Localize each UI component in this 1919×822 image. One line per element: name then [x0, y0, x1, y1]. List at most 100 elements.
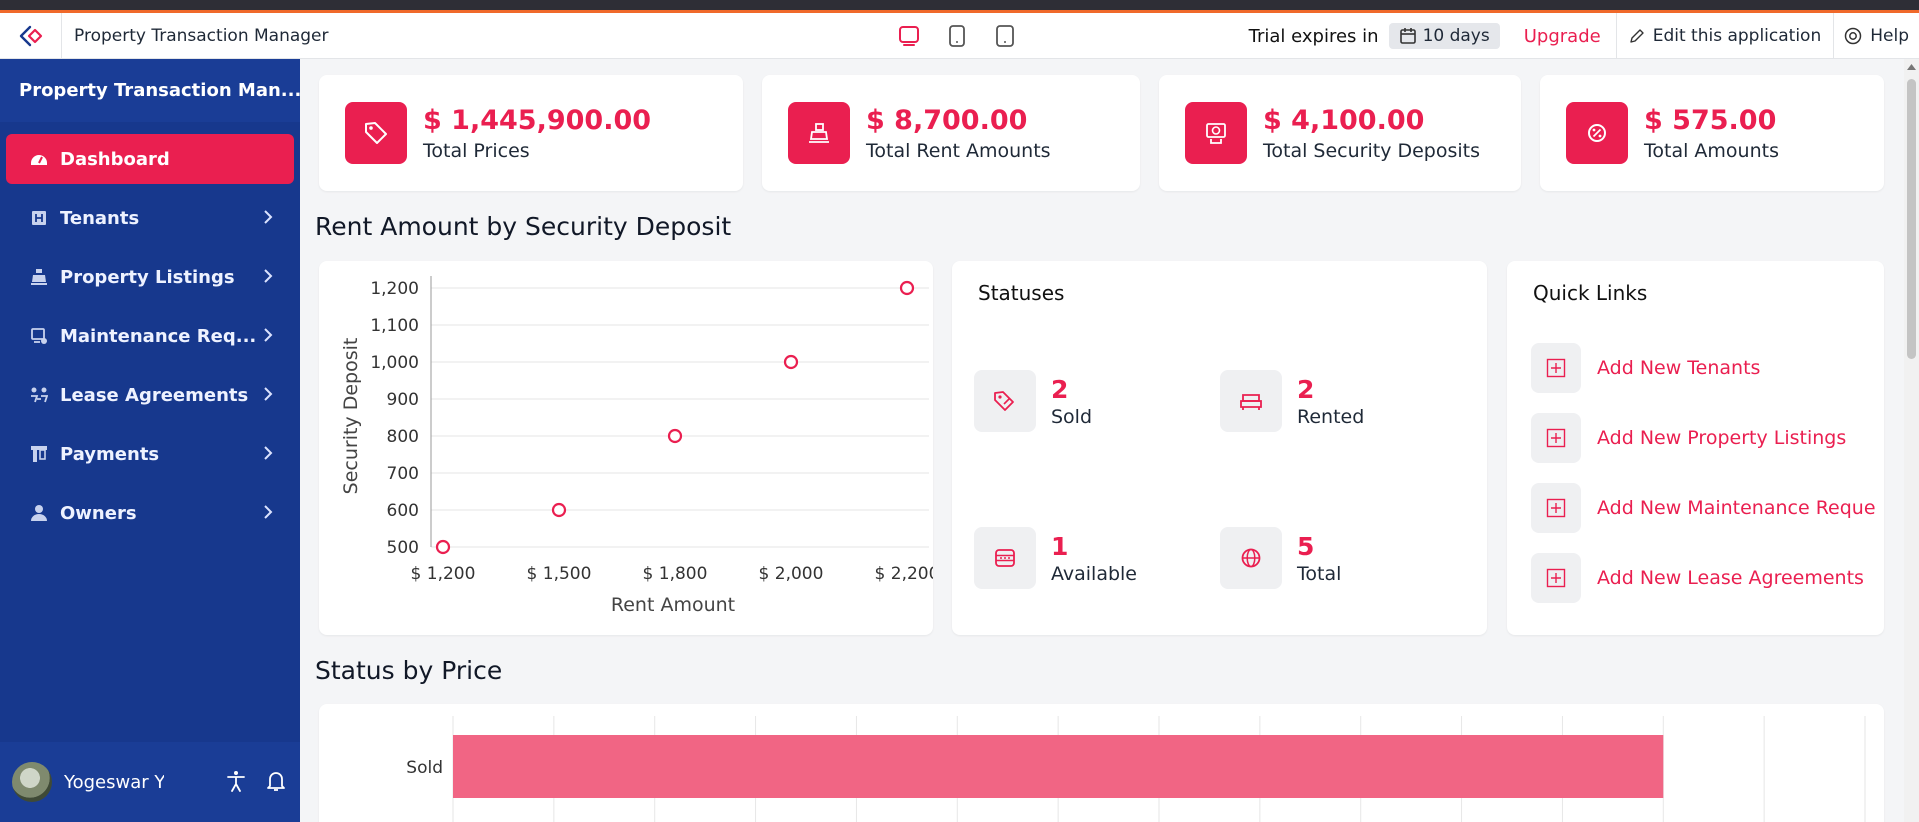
trial-days-badge: 10 days	[1388, 23, 1500, 49]
quick-link-label: Add New Property Listings	[1597, 427, 1847, 449]
edit-application-button[interactable]: Edit this application	[1617, 13, 1835, 59]
scatter-point[interactable]	[667, 428, 683, 444]
status-price-title: Status by Price	[315, 656, 503, 685]
sidebar-app-name: Property Transaction Man...	[0, 59, 300, 122]
sidebar-item-owners[interactable]: Owners	[6, 488, 294, 538]
mobile-view-icon[interactable]	[991, 21, 1019, 51]
status-label: Sold	[1051, 405, 1093, 428]
sidebar-item-label: Maintenance Req...	[60, 325, 257, 347]
sidebar-item-payments[interactable]: Payments	[6, 429, 294, 479]
status-value: 1	[1051, 531, 1069, 561]
help-button[interactable]: Help	[1834, 26, 1919, 46]
scatter-point[interactable]	[435, 539, 451, 555]
available-icon	[974, 527, 1036, 589]
stat-card-total-prices: $ 1,445,900.00 Total Prices	[319, 75, 743, 191]
statuses-card: Statuses 2 Sold 2 Rented 1 Available 5 Total	[952, 261, 1487, 635]
tablet-view-icon[interactable]	[943, 21, 971, 51]
status-rented: 2 Rented	[1220, 370, 1364, 432]
payments-icon	[28, 443, 50, 465]
browser-top-strip	[0, 0, 1919, 13]
y-tick-label: 900	[387, 390, 419, 410]
user-name[interactable]: Yogeswar Yo...	[64, 772, 164, 793]
chevron-right-icon	[264, 505, 273, 519]
sidebar-item-maintenance-requests[interactable]: Maintenance Req...	[6, 311, 294, 361]
bar-chart: Sold	[406, 716, 1866, 822]
sidebar-item-property-listings[interactable]: Property Listings	[6, 252, 294, 302]
cashier-icon	[788, 102, 850, 164]
quick-link-add-maintenance-requests[interactable]: Add New Maintenance Reque	[1531, 483, 1876, 533]
bar[interactable]	[453, 735, 1664, 798]
bell-icon[interactable]	[266, 770, 286, 792]
stat-value: $ 4,100.00	[1263, 104, 1425, 136]
dashboard-icon	[28, 148, 50, 170]
stat-value: $ 1,445,900.00	[423, 104, 652, 136]
property-listings-icon	[28, 266, 50, 288]
stat-card-total-security-deposits: $ 4,100.00 Total Security Deposits	[1159, 75, 1521, 191]
stat-value: $ 575.00	[1644, 104, 1777, 136]
sidebar-nav: Dashboard Tenants Property Listings Main…	[0, 122, 300, 538]
page-scrollbar[interactable]	[1904, 59, 1919, 822]
quick-link-add-property-listings[interactable]: Add New Property Listings	[1531, 413, 1846, 463]
rent-chart-title: Rent Amount by Security Deposit	[315, 212, 732, 241]
add-square-icon	[1531, 483, 1581, 533]
chevron-right-icon	[264, 269, 273, 283]
scatter-point[interactable]	[551, 502, 567, 518]
chevron-right-icon	[264, 210, 273, 224]
quick-link-label: Add New Tenants	[1597, 357, 1761, 379]
app-logo-icon[interactable]	[0, 12, 62, 59]
lease-icon	[28, 384, 50, 406]
desktop-view-icon[interactable]	[895, 21, 923, 51]
sidebar-item-label: Property Listings	[60, 266, 235, 288]
globe-icon	[1220, 527, 1282, 589]
scatter-chart-card: 1,200 1,100 1,000 900 800 700 600 500 $ 1,200 $ 1…	[319, 261, 939, 635]
sidebar-item-label: Dashboard	[60, 148, 170, 170]
chevron-right-icon	[264, 328, 273, 342]
y-tick-label: 1,200	[370, 279, 419, 299]
scatter-chart: 1,200 1,100 1,000 900 800 700 600 500 $ 1,200 $ 1…	[340, 276, 939, 616]
y-tick-label: 1,000	[370, 353, 419, 373]
scatter-point[interactable]	[899, 280, 915, 296]
bed-icon	[1220, 370, 1282, 432]
stat-value: $ 8,700.00	[866, 104, 1028, 136]
quick-links-card: Quick Links Add New Tenants Add New Prop…	[1507, 261, 1884, 635]
chevron-right-icon	[264, 387, 273, 401]
stat-label: Total Rent Amounts	[866, 139, 1051, 162]
lifebuoy-icon	[1844, 27, 1862, 45]
status-total: 5 Total	[1220, 527, 1341, 589]
scatter-point[interactable]	[783, 354, 799, 370]
scroll-thumb[interactable]	[1907, 79, 1916, 359]
y-tick-label: 500	[387, 538, 419, 558]
tenants-icon	[28, 207, 50, 229]
maintenance-icon	[28, 325, 50, 347]
sidebar: Property Transaction Man... Dashboard Te…	[0, 59, 300, 822]
y-tick-label: 1,100	[370, 316, 419, 336]
scroll-up-icon[interactable]	[1907, 63, 1916, 71]
y-tick-label: 600	[387, 501, 419, 521]
statuses-title: Statuses	[978, 281, 1065, 305]
status-value: 2	[1051, 374, 1069, 404]
x-tick-label: $ 2,000	[759, 564, 824, 584]
sidebar-item-lease-agreements[interactable]: Lease Agreements	[6, 370, 294, 420]
sidebar-item-tenants[interactable]: Tenants	[6, 193, 294, 243]
stat-label: Total Prices	[423, 139, 530, 162]
user-panel: Yogeswar Yo...	[0, 742, 300, 822]
app-title: Property Transaction Manager	[74, 25, 329, 46]
calendar-icon	[1399, 28, 1416, 44]
sidebar-item-label: Owners	[60, 502, 137, 524]
status-label: Total	[1297, 562, 1342, 585]
quick-link-add-tenants[interactable]: Add New Tenants	[1531, 343, 1760, 393]
accessibility-icon[interactable]	[226, 770, 246, 792]
avatar[interactable]	[12, 762, 52, 802]
x-axis-label: Rent Amount	[611, 594, 735, 616]
quick-link-add-lease-agreements[interactable]: Add New Lease Agreements	[1531, 553, 1864, 603]
device-switcher	[895, 21, 1019, 51]
sidebar-item-dashboard[interactable]: Dashboard	[6, 134, 294, 184]
upgrade-link[interactable]: Upgrade	[1524, 13, 1617, 59]
quick-link-label: Add New Lease Agreements	[1597, 567, 1864, 589]
y-tick-label: 800	[387, 427, 419, 447]
sold-tag-icon	[974, 370, 1036, 432]
x-tick-label: $ 2,200	[875, 564, 933, 584]
trial-label: Trial expires in	[1248, 25, 1379, 47]
x-tick-label: $ 1,800	[643, 564, 708, 584]
category-label: Sold	[406, 758, 443, 778]
